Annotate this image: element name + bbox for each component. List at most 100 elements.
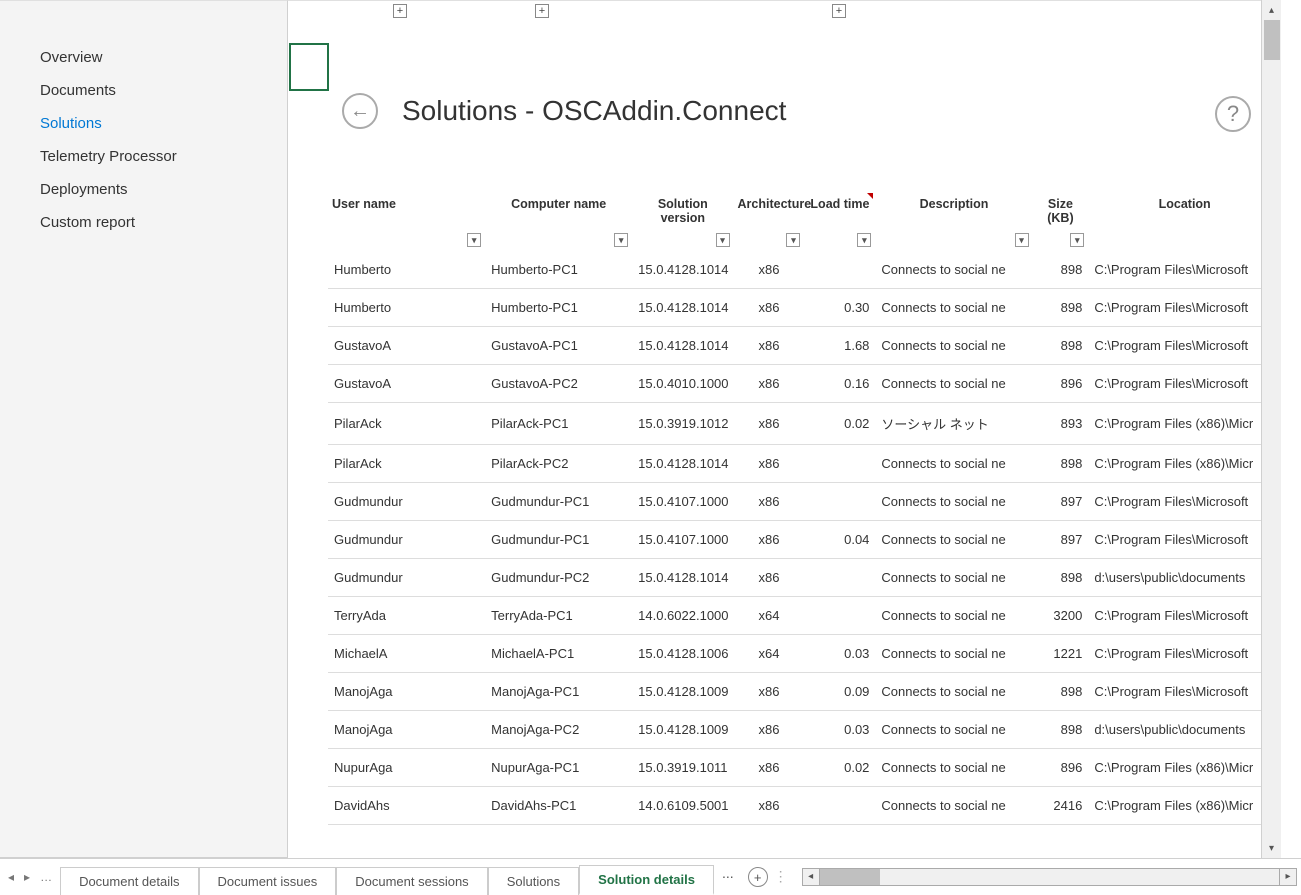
- filter-dropdown-icon[interactable]: ▾: [467, 233, 481, 247]
- table-cell: x86: [734, 289, 805, 327]
- table-row[interactable]: PilarAckPilarAck-PC215.0.4128.1014x86Con…: [328, 445, 1281, 483]
- scroll-thumb[interactable]: [1264, 20, 1280, 60]
- sidebar-item-telemetry-processor[interactable]: Telemetry Processor: [0, 140, 287, 173]
- table-cell: MichaelA-PC1: [485, 635, 632, 673]
- hscroll-right-icon[interactable]: ▸: [1279, 868, 1297, 886]
- tab-solutions[interactable]: Solutions: [488, 867, 579, 895]
- table-row[interactable]: TerryAdaTerryAda-PC114.0.6022.1000x64Con…: [328, 597, 1281, 635]
- table-cell: DavidAhs: [328, 787, 485, 825]
- table-row[interactable]: ManojAgaManojAga-PC215.0.4128.1009x860.0…: [328, 711, 1281, 749]
- table-row[interactable]: GustavoAGustavoA-PC115.0.4128.1014x861.6…: [328, 327, 1281, 365]
- vertical-scrollbar[interactable]: ▴ ▾: [1261, 0, 1281, 858]
- table-cell: Connects to social ne: [875, 673, 1032, 711]
- tabs-overflow[interactable]: ...: [714, 859, 742, 894]
- table-cell: 1.68: [804, 327, 875, 365]
- sheet-nav-prev-icon[interactable]: ◂: [8, 870, 14, 884]
- table-row[interactable]: GustavoAGustavoA-PC215.0.4010.1000x860.1…: [328, 365, 1281, 403]
- table-cell: 0.30: [804, 289, 875, 327]
- filter-dropdown-icon[interactable]: ▾: [716, 233, 730, 247]
- table-cell: PilarAck: [328, 403, 485, 445]
- horizontal-scrollbar[interactable]: ◂ ▸: [798, 859, 1301, 894]
- table-cell: DavidAhs-PC1: [485, 787, 632, 825]
- table-cell: C:\Program Files\Microsoft: [1088, 483, 1281, 521]
- table-row[interactable]: PilarAckPilarAck-PC115.0.3919.1012x860.0…: [328, 403, 1281, 445]
- table-cell: x86: [734, 521, 805, 559]
- table-cell: x86: [734, 445, 805, 483]
- table-cell: x86: [734, 749, 805, 787]
- table-cell: [804, 597, 875, 635]
- table-cell: Connects to social ne: [875, 289, 1032, 327]
- table-row[interactable]: NupurAgaNupurAga-PC115.0.3919.1011x860.0…: [328, 749, 1281, 787]
- filter-dropdown-icon[interactable]: ▾: [1015, 233, 1029, 247]
- splitter-handle[interactable]: ⋮: [778, 859, 784, 894]
- table-cell: TerryAda: [328, 597, 485, 635]
- sidebar-item-solutions[interactable]: Solutions: [0, 107, 287, 140]
- sidebar-item-deployments[interactable]: Deployments: [0, 173, 287, 206]
- sheet-nav-next-icon[interactable]: ▸: [24, 870, 30, 884]
- table-row[interactable]: HumbertoHumberto-PC115.0.4128.1014x860.3…: [328, 289, 1281, 327]
- sidebar-item-custom-report[interactable]: Custom report: [0, 206, 287, 239]
- table-cell: 1221: [1033, 635, 1089, 673]
- table-cell: Connects to social ne: [875, 711, 1032, 749]
- table-cell: 897: [1033, 521, 1089, 559]
- filter-dropdown-icon[interactable]: ▾: [614, 233, 628, 247]
- sidebar-item-documents[interactable]: Documents: [0, 74, 287, 107]
- selected-cell[interactable]: [289, 43, 329, 91]
- table-cell: 898: [1033, 445, 1089, 483]
- table-cell: Gudmundur: [328, 483, 485, 521]
- table-cell: x86: [734, 251, 805, 289]
- table-cell: 0.02: [804, 749, 875, 787]
- sidebar-item-overview[interactable]: Overview: [0, 41, 287, 74]
- filter-dropdown-icon[interactable]: ▾: [1070, 233, 1084, 247]
- table-cell: C:\Program Files (x86)\Micr: [1088, 445, 1281, 483]
- filter-dropdown-icon[interactable]: ▾: [857, 233, 871, 247]
- table-row[interactable]: ManojAgaManojAga-PC115.0.4128.1009x860.0…: [328, 673, 1281, 711]
- column-header-label: Architecture: [738, 197, 812, 211]
- app-window: + + + OverviewDocumentsSolutionsTelemetr…: [0, 0, 1281, 858]
- table-row[interactable]: GudmundurGudmundur-PC115.0.4107.1000x860…: [328, 521, 1281, 559]
- table-cell: 897: [1033, 483, 1089, 521]
- scroll-up-icon[interactable]: ▴: [1262, 0, 1281, 20]
- hscroll-track[interactable]: [820, 868, 1279, 886]
- table-cell: GustavoA: [328, 327, 485, 365]
- table-cell: C:\Program Files\Microsoft: [1088, 673, 1281, 711]
- table-cell: GustavoA-PC1: [485, 327, 632, 365]
- table-cell: C:\Program Files\Microsoft: [1088, 289, 1281, 327]
- table-row[interactable]: MichaelAMichaelA-PC115.0.4128.1006x640.0…: [328, 635, 1281, 673]
- table-cell: PilarAck-PC2: [485, 445, 632, 483]
- tab-solution-details[interactable]: Solution details: [579, 865, 714, 895]
- table-row[interactable]: DavidAhsDavidAhs-PC114.0.6109.5001x86Con…: [328, 787, 1281, 825]
- table-cell: x86: [734, 327, 805, 365]
- tab-document-details[interactable]: Document details: [60, 867, 198, 895]
- table-cell: 3200: [1033, 597, 1089, 635]
- table-cell: Gudmundur: [328, 521, 485, 559]
- back-icon[interactable]: ←: [342, 93, 378, 129]
- table-cell: GustavoA-PC2: [485, 365, 632, 403]
- table-cell: [804, 445, 875, 483]
- table-row[interactable]: HumbertoHumberto-PC115.0.4128.1014x86Con…: [328, 251, 1281, 289]
- table-cell: 898: [1033, 559, 1089, 597]
- add-sheet-icon[interactable]: +: [748, 867, 768, 887]
- table-row[interactable]: GudmundurGudmundur-PC115.0.4107.1000x86C…: [328, 483, 1281, 521]
- tab-document-issues[interactable]: Document issues: [199, 867, 337, 895]
- scroll-down-icon[interactable]: ▾: [1262, 838, 1281, 858]
- sheet-nav-more[interactable]: …: [40, 870, 52, 884]
- table-cell: Humberto: [328, 289, 485, 327]
- table-cell: Connects to social ne: [875, 327, 1032, 365]
- tab-document-sessions[interactable]: Document sessions: [336, 867, 487, 895]
- table-cell: Connects to social ne: [875, 483, 1032, 521]
- table-cell: GustavoA: [328, 365, 485, 403]
- table-cell: [804, 483, 875, 521]
- table-cell: ManojAga-PC2: [485, 711, 632, 749]
- column-header-label: Load time: [810, 197, 869, 211]
- hscroll-thumb[interactable]: [820, 869, 880, 885]
- help-icon[interactable]: ?: [1215, 96, 1251, 132]
- table-cell: MichaelA: [328, 635, 485, 673]
- hscroll-left-icon[interactable]: ◂: [802, 868, 820, 886]
- table-row[interactable]: GudmundurGudmundur-PC215.0.4128.1014x86C…: [328, 559, 1281, 597]
- table-cell: NupurAga: [328, 749, 485, 787]
- column-header-architecture: Architecture▾: [734, 191, 805, 251]
- column-header-solution-version: Solution version▾: [632, 191, 733, 251]
- table-cell: x86: [734, 365, 805, 403]
- filter-dropdown-icon[interactable]: ▾: [786, 233, 800, 247]
